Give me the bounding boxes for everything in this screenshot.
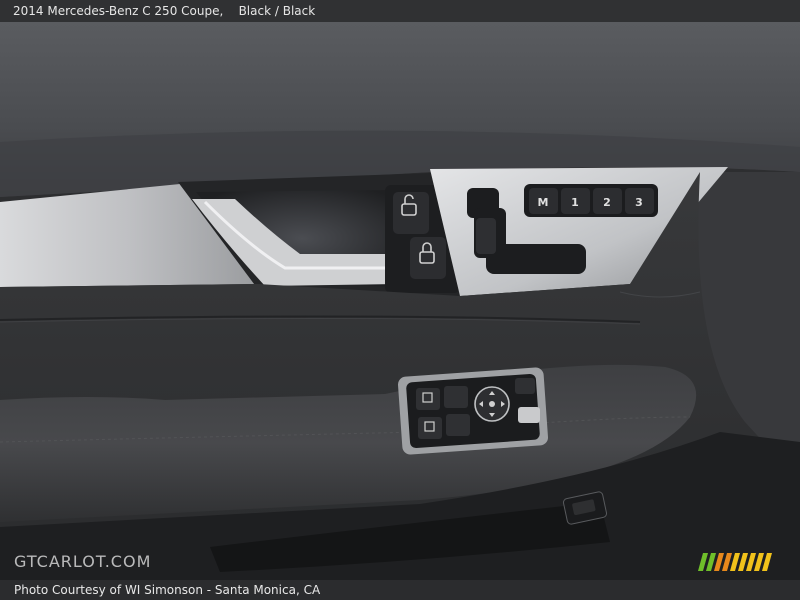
- site-watermark: GTCARLOT.COM: [14, 552, 152, 571]
- memory-label-3: 3: [635, 196, 643, 209]
- photo-viewer: 2014 Mercedes-Benz C 250 Coupe, Black / …: [0, 0, 800, 600]
- vehicle-color: Black / Black: [238, 4, 316, 18]
- memory-label-1: 1: [571, 196, 579, 209]
- vehicle-title: 2014 Mercedes-Benz C 250 Coupe,: [13, 4, 224, 18]
- door-panel-photo: M 1 2 3: [0, 22, 800, 580]
- memory-label-m: M: [538, 196, 549, 209]
- photo-title-bar: 2014 Mercedes-Benz C 250 Coupe, Black / …: [0, 0, 800, 22]
- photo-credit: Photo Courtesy of WI Simonson - Santa Mo…: [14, 583, 321, 597]
- photo-credit-bar: Photo Courtesy of WI Simonson - Santa Mo…: [0, 580, 800, 600]
- memory-label-2: 2: [603, 196, 611, 209]
